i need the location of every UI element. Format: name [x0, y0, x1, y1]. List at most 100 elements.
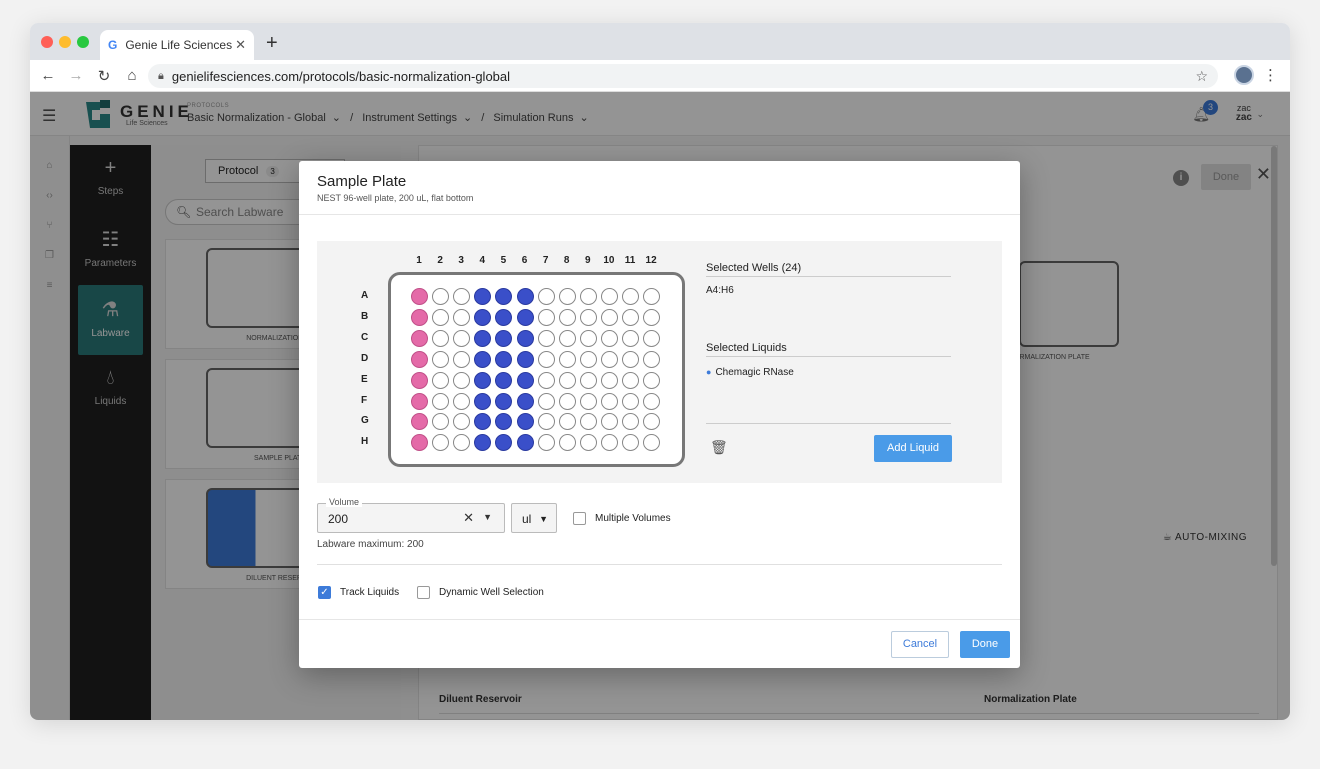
column-header[interactable]: 12: [644, 255, 658, 266]
well-C10[interactable]: [600, 329, 618, 347]
well-E6[interactable]: [516, 371, 534, 389]
well-A5[interactable]: [495, 288, 513, 305]
new-tab-icon[interactable]: +: [266, 32, 278, 55]
well-H3[interactable]: [453, 434, 471, 452]
well-A1[interactable]: [411, 288, 428, 305]
well-F2[interactable]: [432, 392, 450, 410]
well-D2[interactable]: [432, 350, 450, 368]
well-C1[interactable]: [411, 329, 428, 347]
well-G6[interactable]: [516, 413, 534, 431]
well-A10[interactable]: [600, 288, 618, 305]
well-A3[interactable]: [453, 288, 471, 305]
close-window-button[interactable]: [41, 36, 53, 48]
well-D11[interactable]: [622, 350, 639, 368]
well-E4[interactable]: [474, 371, 492, 389]
row-header[interactable]: E: [361, 374, 368, 385]
add-liquid-button[interactable]: Add Liquid: [874, 435, 952, 462]
well-H8[interactable]: [558, 434, 576, 452]
minimize-window-button[interactable]: [59, 36, 71, 48]
well-D7[interactable]: [537, 350, 555, 368]
row-header[interactable]: D: [361, 353, 368, 364]
well-G12[interactable]: [643, 413, 661, 431]
well-A8[interactable]: [558, 288, 576, 305]
well-F10[interactable]: [600, 392, 618, 410]
well-G10[interactable]: [600, 413, 618, 431]
well-F6[interactable]: [516, 392, 534, 410]
reload-icon[interactable]: ↻: [90, 67, 118, 85]
well-B2[interactable]: [432, 308, 450, 326]
well-A9[interactable]: [579, 288, 597, 305]
well-C7[interactable]: [537, 329, 555, 347]
well-H6[interactable]: [516, 434, 534, 452]
well-G9[interactable]: [579, 413, 597, 431]
bookmark-star-icon[interactable]: ☆: [1195, 68, 1208, 85]
well-F3[interactable]: [453, 392, 471, 410]
well-B7[interactable]: [537, 308, 555, 326]
well-C12[interactable]: [643, 329, 661, 347]
well-H2[interactable]: [432, 434, 450, 452]
volume-field[interactable]: Volume ✕ ▼: [317, 497, 505, 533]
well-H4[interactable]: [474, 434, 492, 452]
well-E5[interactable]: [495, 371, 513, 389]
well-D9[interactable]: [579, 350, 597, 368]
well-C2[interactable]: [432, 329, 450, 347]
well-G4[interactable]: [474, 413, 492, 431]
well-A6[interactable]: [516, 288, 534, 305]
well-B11[interactable]: [622, 308, 639, 326]
well-A2[interactable]: [432, 288, 450, 305]
track-liquids-checkbox[interactable]: ✓: [318, 586, 331, 599]
column-header[interactable]: 9: [581, 255, 595, 266]
well-B10[interactable]: [600, 308, 618, 326]
well-C8[interactable]: [558, 329, 576, 347]
well-E12[interactable]: [643, 371, 661, 389]
well-G11[interactable]: [622, 413, 639, 431]
well-B4[interactable]: [474, 308, 492, 326]
column-header[interactable]: 7: [539, 255, 553, 266]
chevron-down-icon[interactable]: ▼: [483, 512, 492, 522]
column-header[interactable]: 11: [623, 255, 637, 266]
url-field[interactable]: 🔒︎ genielifesciences.com/protocols/basic…: [148, 64, 1218, 88]
well-H5[interactable]: [495, 434, 513, 452]
well-B6[interactable]: [516, 308, 534, 326]
close-tab-icon[interactable]: ✕: [235, 37, 246, 53]
well-C9[interactable]: [579, 329, 597, 347]
row-header[interactable]: B: [361, 311, 368, 322]
home-icon[interactable]: ⌂: [118, 67, 146, 84]
well-B3[interactable]: [453, 308, 471, 326]
well-B1[interactable]: [411, 308, 428, 326]
well-C4[interactable]: [474, 329, 492, 347]
kebab-menu-icon[interactable]: ⋮: [1263, 66, 1278, 84]
well-B12[interactable]: [643, 308, 661, 326]
column-header[interactable]: 4: [475, 255, 489, 266]
well-C6[interactable]: [516, 329, 534, 347]
well-F7[interactable]: [537, 392, 555, 410]
row-header[interactable]: C: [361, 332, 368, 343]
well-E3[interactable]: [453, 371, 471, 389]
well-G1[interactable]: [411, 413, 428, 431]
well-A12[interactable]: [643, 288, 661, 305]
column-header[interactable]: 2: [433, 255, 447, 266]
well-D12[interactable]: [643, 350, 661, 368]
well-H10[interactable]: [600, 434, 618, 452]
well-H9[interactable]: [579, 434, 597, 452]
cancel-button[interactable]: Cancel: [891, 631, 949, 658]
well-G5[interactable]: [495, 413, 513, 431]
column-header[interactable]: 10: [602, 255, 616, 266]
done-button[interactable]: Done: [960, 631, 1010, 658]
well-F5[interactable]: [495, 392, 513, 410]
well-D5[interactable]: [495, 350, 513, 368]
back-icon[interactable]: ←: [34, 67, 62, 84]
well-D1[interactable]: [411, 350, 428, 368]
well-C11[interactable]: [622, 329, 639, 347]
well-H7[interactable]: [537, 434, 555, 452]
maximize-window-button[interactable]: [77, 36, 89, 48]
well-E9[interactable]: [579, 371, 597, 389]
well-B5[interactable]: [495, 308, 513, 326]
well-E8[interactable]: [558, 371, 576, 389]
well-E11[interactable]: [622, 371, 639, 389]
well-F1[interactable]: [411, 392, 428, 410]
row-header[interactable]: A: [361, 290, 368, 301]
well-G7[interactable]: [537, 413, 555, 431]
well-D6[interactable]: [516, 350, 534, 368]
column-header[interactable]: 6: [518, 255, 532, 266]
